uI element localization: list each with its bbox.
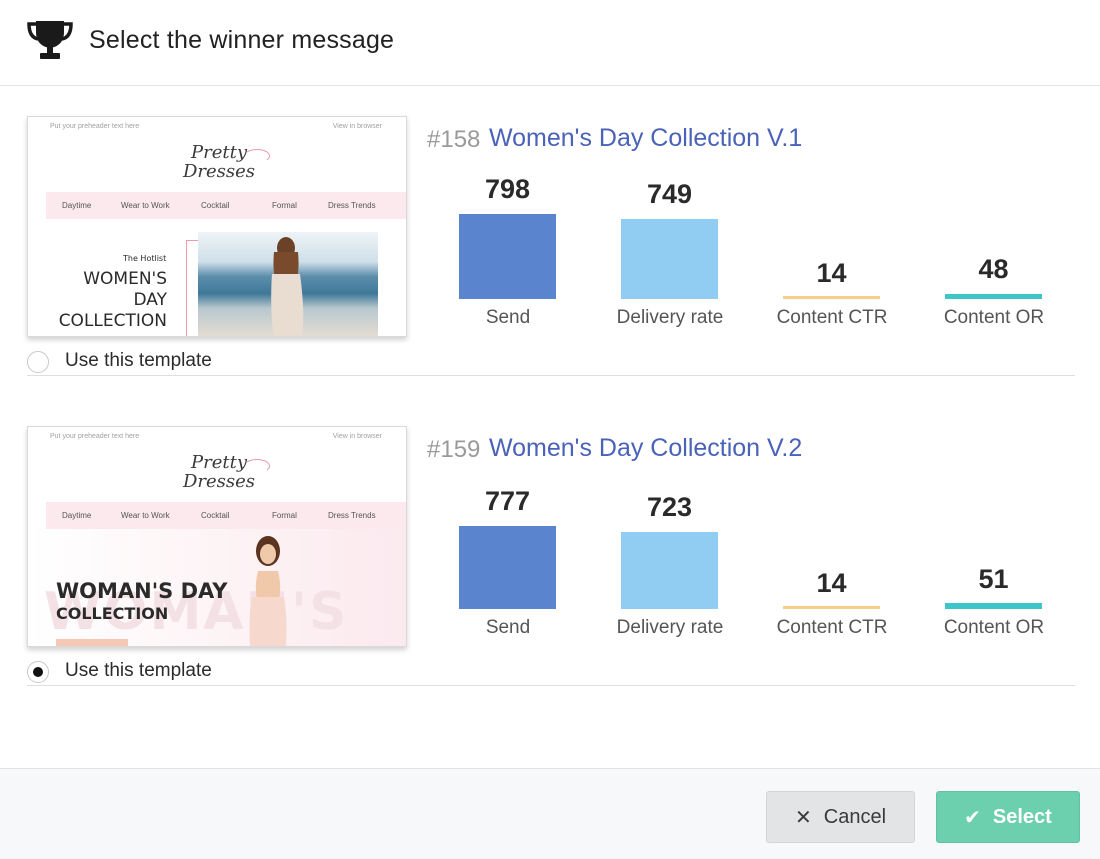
email-nav-item: Cocktail — [201, 201, 230, 210]
metric-bar-send — [459, 526, 556, 609]
metric-bar-delivery — [621, 219, 718, 299]
metric-bar-delivery — [621, 532, 718, 609]
metric-value: 48 — [978, 254, 1009, 284]
dialog-title: Select the winner message — [89, 26, 395, 54]
metric-bar-send — [459, 214, 556, 299]
select-button[interactable]: ✔ Select — [936, 791, 1080, 843]
email-nav-item: Daytime — [62, 511, 92, 520]
brand-logo: Pretty Dresses — [174, 143, 270, 182]
use-template-label[interactable]: Use this template — [65, 660, 212, 682]
metric-value: 723 — [646, 492, 693, 522]
divider — [27, 375, 1075, 376]
select-button-label: Select — [992, 805, 1052, 828]
email-nav-item: Wear to Work — [121, 511, 170, 520]
metric-bar-or — [945, 603, 1042, 609]
metric-value: 14 — [816, 568, 847, 598]
use-template-radio[interactable] — [27, 661, 49, 683]
view-in-browser-text: View in browser — [332, 123, 382, 130]
hero-line-1: WOMAN'S DAY — [56, 579, 228, 603]
preheader-text: Put your preheader text here — [50, 123, 140, 130]
email-nav-item: Formal — [272, 511, 297, 520]
metric-label: Delivery rate — [616, 307, 724, 328]
message-id: #159 — [427, 436, 481, 463]
close-icon: ✕ — [794, 806, 812, 829]
template-thumbnail[interactable]: Put your preheader text here View in bro… — [27, 116, 407, 337]
email-nav: Daytime Wear to Work Cocktail Formal Dre… — [46, 192, 406, 219]
metric-label: Send — [485, 307, 531, 328]
email-nav-item: Formal — [272, 201, 297, 210]
hero-photo — [249, 536, 287, 646]
hero-line-1: WOMEN'S — [83, 269, 167, 289]
metric-label: Content CTR — [776, 617, 888, 638]
logo-line-2: Dresses — [182, 161, 256, 182]
metric-value: 51 — [978, 564, 1009, 594]
metric-label: Content OR — [943, 307, 1045, 328]
cancel-button[interactable]: ✕ Cancel — [766, 791, 915, 843]
metric-bar-or — [945, 294, 1042, 299]
template-thumbnail[interactable]: WOMAN'S Put your preheader text here Vie… — [27, 426, 407, 647]
message-name[interactable]: Women's Day Collection V.2 — [489, 434, 802, 463]
email-nav-item: Wear to Work — [121, 201, 170, 210]
metric-value: 798 — [484, 174, 531, 204]
use-template-label[interactable]: Use this template — [65, 350, 212, 372]
divider — [27, 685, 1075, 686]
hero-cta-button — [56, 639, 128, 646]
use-template-radio[interactable] — [27, 351, 49, 373]
metric-label: Delivery rate — [616, 617, 724, 638]
preheader-text: Put your preheader text here — [50, 433, 140, 440]
message-id: #158 — [427, 126, 481, 153]
metric-bar-ctr — [783, 606, 880, 609]
email-nav-item: Dress Trends — [328, 201, 376, 210]
cancel-button-label: Cancel — [823, 805, 887, 828]
check-icon: ✔ — [964, 806, 981, 829]
variant-card: Put your preheader text here View in bro… — [0, 86, 1100, 406]
email-nav-item: Dress Trends — [328, 511, 376, 520]
metric-value: 749 — [646, 179, 693, 209]
email-nav-item: Daytime — [62, 201, 92, 210]
metric-label: Send — [485, 617, 531, 638]
hero-line-3: COLLECTION — [58, 311, 167, 331]
variant-card: WOMAN'S Put your preheader text here Vie… — [0, 396, 1100, 716]
metric-bar-ctr — [783, 296, 880, 299]
hero-line-2: COLLECTION — [56, 604, 169, 623]
metric-value: 777 — [484, 486, 531, 516]
brand-logo: Pretty Dresses — [174, 453, 270, 492]
email-nav-item: Cocktail — [201, 511, 230, 520]
hero-line-2: DAY — [133, 290, 168, 310]
logo-line-2: Dresses — [182, 471, 256, 492]
message-name[interactable]: Women's Day Collection V.1 — [489, 124, 802, 153]
metric-label: Content OR — [943, 617, 1045, 638]
dialog-header: Select the winner message — [0, 0, 1100, 86]
metric-label: Content CTR — [776, 307, 888, 328]
metric-value: 14 — [816, 258, 847, 288]
trophy-icon — [27, 21, 73, 59]
hero-kicker: The Hotlist — [123, 254, 167, 263]
view-in-browser-text: View in browser — [332, 433, 382, 440]
email-nav: Daytime Wear to Work Cocktail Formal Dre… — [46, 502, 406, 529]
hero-photo — [198, 232, 378, 336]
dialog-footer: ✕ Cancel ✔ Select — [0, 768, 1100, 859]
